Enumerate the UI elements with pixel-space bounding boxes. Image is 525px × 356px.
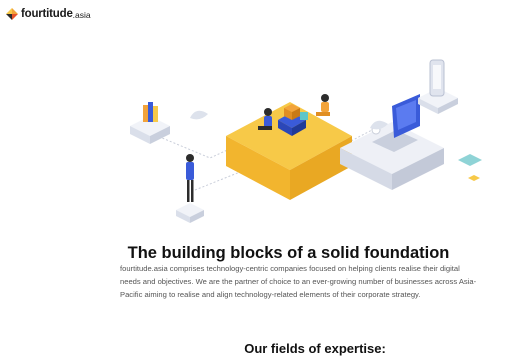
expertise-heading: Our fields of expertise: [244, 340, 386, 356]
person-sitting [316, 94, 330, 116]
intro-line: fourtitude.asia comprises technology-cen… [120, 264, 460, 273]
cloud-icon [190, 110, 208, 120]
books-block [130, 102, 170, 144]
intro-line: Pacific aiming to realise and align tech… [120, 290, 421, 299]
brand-logo[interactable]: fourtitude .asia [6, 8, 91, 20]
brand-mark-icon [6, 8, 18, 20]
hero-illustration [130, 59, 482, 223]
yellow-diamond [468, 175, 480, 181]
brand-name: fourtitude [21, 8, 73, 20]
site-header: fourtitude .asia [0, 0, 525, 30]
intro-line: needs and objectives. We are the partner… [120, 277, 477, 286]
teal-diamond [458, 154, 482, 166]
page-headline: The building blocks of a solid foundatio… [127, 244, 450, 263]
main-yellow-block [226, 102, 352, 200]
phone-block [418, 59, 458, 114]
brand-suffix: .asia [72, 10, 91, 20]
intro-paragraph: fourtitude.asia comprises technology-cen… [120, 262, 520, 301]
hero-section [0, 30, 525, 230]
